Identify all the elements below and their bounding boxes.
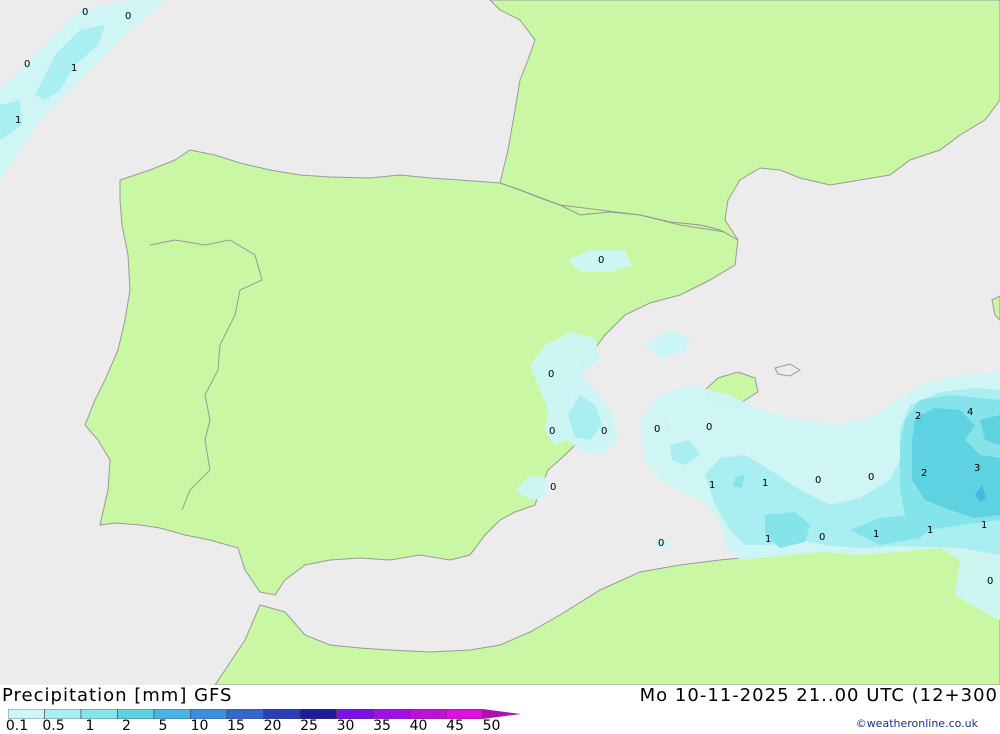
contour-label: 1 [981, 520, 987, 531]
scale-tick-label: 25 [300, 718, 318, 734]
contour-label: 1 [762, 478, 768, 489]
contour-label: 0 [815, 475, 821, 486]
contour-label: 0 [549, 426, 555, 437]
copyright-credit: ©weatheronline.co.uk [855, 717, 978, 730]
scale-tick-label: 15 [227, 718, 245, 734]
scale-tick-label: 45 [446, 718, 464, 734]
contour-label: 0 [706, 422, 712, 433]
contour-label: 0 [601, 426, 607, 437]
contour-label: 3 [974, 463, 980, 474]
contour-label: 0 [598, 255, 604, 266]
contour-label: 2 [915, 411, 921, 422]
contour-label: 0 [868, 472, 874, 483]
contour-label: 0 [654, 424, 660, 435]
contour-label: 0 [550, 482, 556, 493]
precipitation-map: 0 0 0 1 1 0 0 0 0 0 0 0 1 1 0 0 2 4 2 3 … [0, 0, 1000, 685]
scale-tick-label: 30 [336, 718, 355, 734]
contour-label: 1 [709, 480, 715, 491]
scale-tick-label: 50 [482, 718, 501, 734]
contour-label: 0 [987, 576, 993, 587]
contour-label: 0 [548, 369, 554, 380]
contour-label: 0 [658, 538, 664, 549]
map-title: Precipitation [mm] GFS [2, 685, 233, 706]
contour-label: 1 [15, 115, 21, 126]
scale-tick-label: 35 [373, 718, 391, 734]
scale-tick-label: 2 [122, 718, 131, 734]
map-timestamp: Mo 10-11-2025 21..00 UTC (12+300 [639, 685, 998, 706]
contour-label: 2 [921, 468, 927, 479]
map-footer: Precipitation [mm] GFS Mo 10-11-2025 21.… [0, 685, 1000, 733]
contour-label: 1 [765, 534, 771, 545]
contour-label: 0 [24, 59, 30, 70]
scale-tick-label: 10 [190, 718, 209, 734]
scale-tick-label: 0.1 [5, 718, 29, 734]
scale-tick-label: 40 [409, 718, 428, 734]
scale-tick-label: 1 [85, 718, 95, 734]
contour-label: 0 [125, 11, 131, 22]
scale-tick-labels: 0.1 0.5 1 2 5 10 15 20 25 30 35 40 45 50 [0, 719, 520, 733]
scale-tick-label: 20 [263, 718, 282, 734]
contour-label: 1 [873, 529, 879, 540]
scale-tick-label: 0.5 [42, 718, 65, 734]
contour-label: 1 [927, 525, 933, 536]
contour-label: 1 [71, 63, 77, 74]
contour-label: 4 [967, 407, 973, 418]
contour-label: 0 [819, 532, 825, 543]
contour-label: 0 [82, 7, 88, 18]
scale-tick-label: 5 [158, 718, 168, 734]
